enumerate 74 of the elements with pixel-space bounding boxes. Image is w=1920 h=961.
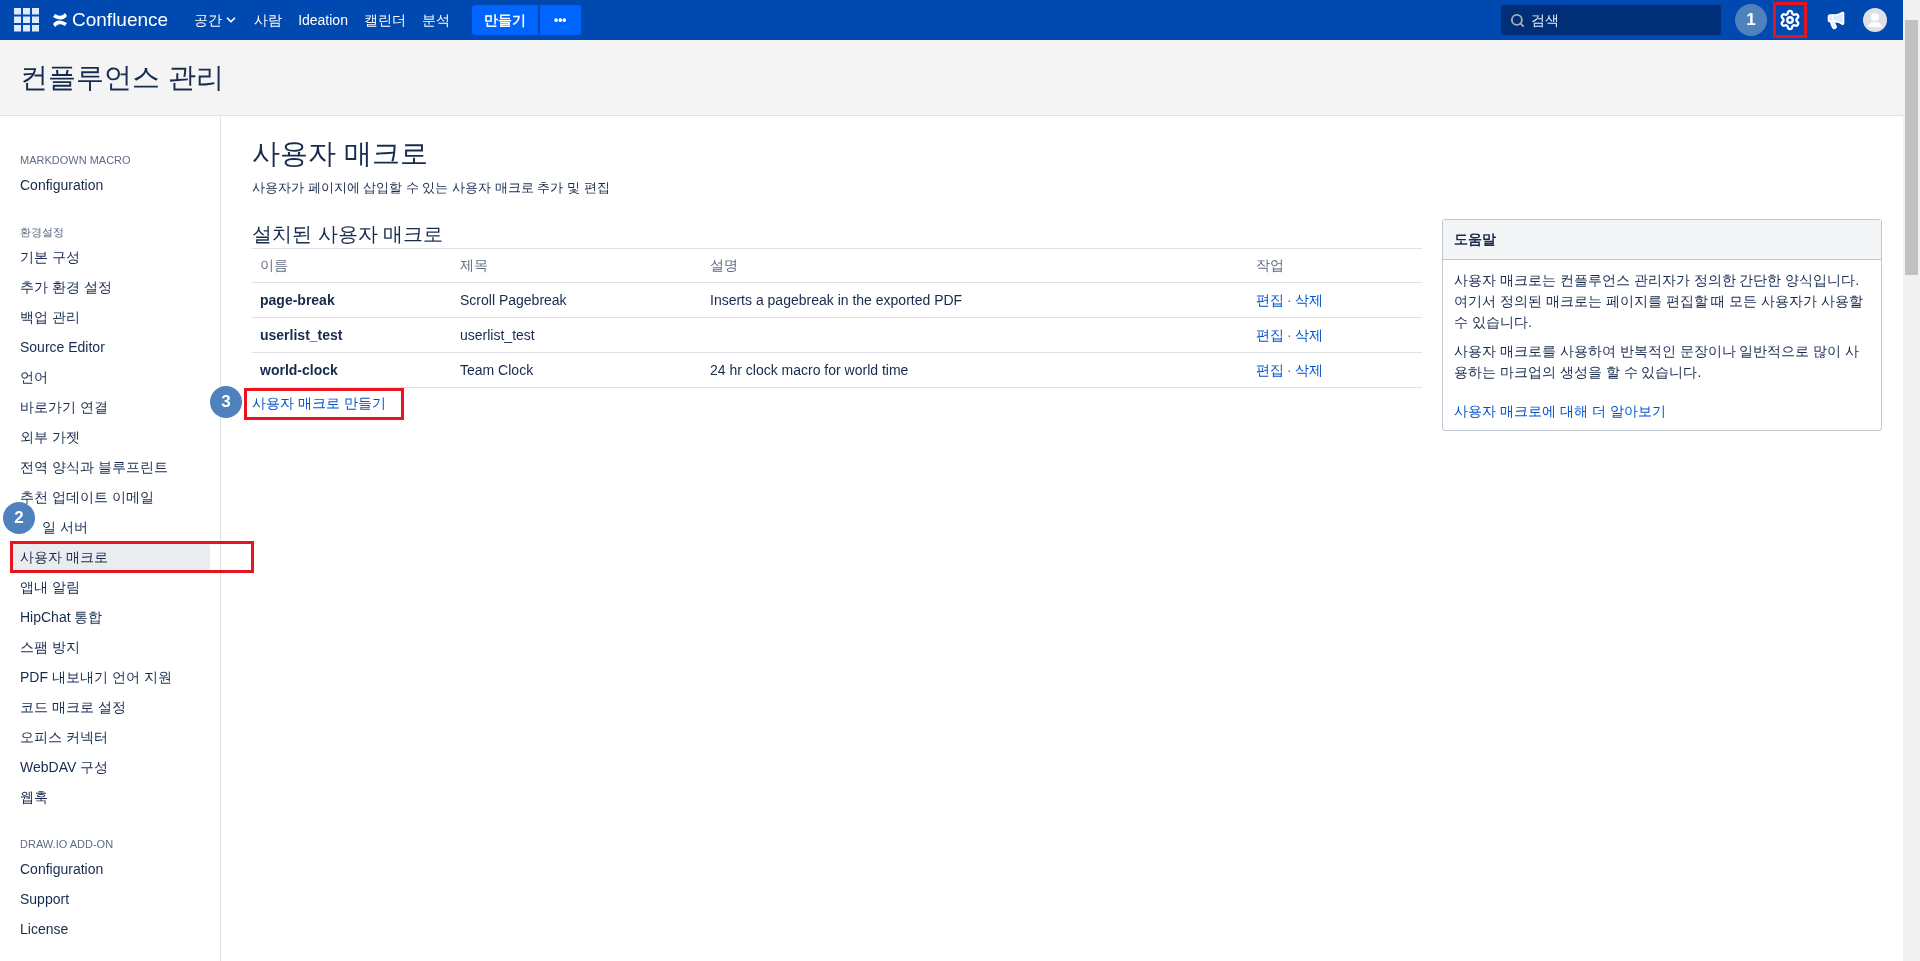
sidebar-item[interactable]: 웹훅 [10,784,210,810]
page-title: 사용자 매크로 [252,137,429,171]
sidebar-item[interactable]: Support [10,886,210,912]
column-header: 제목 [452,248,702,283]
help-title: 도움말 [1454,230,1496,249]
sidebar-item[interactable]: Configuration [10,856,210,882]
app-grid-icon[interactable] [14,8,40,32]
help-text: 사용자 매크로는 컨플루언스 관리자가 정의한 간단한 양식입니다. 여기서 정의된 매크로는 페이지를 편집할 때 모든 사용자가 사용할 수 있습니다. [1454,271,1865,332]
nav-menu-item[interactable]: 공간 [186,4,247,36]
sidebar-item[interactable]: 언어 [10,364,210,390]
sidebar-heading: DRAW.IO ADD-ON [19,836,115,852]
table-cell: 24 hr clock macro for world time [702,352,1248,388]
sidebar-item[interactable]: 스팸 방지 [10,634,210,660]
search-field[interactable]: 검색 [1501,5,1721,35]
column-header: 설명 [702,248,1248,283]
nav-menu-item[interactable]: 사람 [246,4,291,36]
page-description: 사용자가 페이지에 삽입할 수 있는 사용자 매크로 추가 및 편집 [252,179,611,197]
page-header-title: 컨플루언스 관리 [20,60,224,95]
brand-name[interactable]: Confluence [72,5,169,35]
action-link[interactable]: 삭제 [1294,291,1323,308]
action-link[interactable]: 편집 [1256,291,1284,308]
sidebar-item[interactable]: 바로가기 연결 [10,394,210,420]
sidebar-item[interactable]: Configuration [10,172,210,198]
nav-menu-item[interactable]: 분석 [413,4,458,36]
sidebar-item[interactable]: 앱내 알림 [10,574,210,600]
create-macro-link[interactable]: 사용자 매크로 만들기 [252,392,386,414]
sidebar-item[interactable]: License [10,916,210,942]
sidebar-item[interactable]: 오피스 커넥터 [10,724,210,750]
sidebar-item[interactable]: 외부 가젯 [10,424,210,450]
step-number-badge: 3 [210,386,242,418]
sidebar-item[interactable]: WebDAV 구성 [10,754,210,780]
separator-dot: · [1287,326,1292,343]
more-button[interactable]: ••• [539,5,581,35]
sidebar-heading: 환경설정 [19,224,65,240]
table-cell: userlist_test [452,317,702,353]
create-button[interactable]: 만들기 [471,5,538,35]
settings-icon [1779,9,1801,31]
sidebar-heading: MARKDOWN MACRO [19,152,132,168]
sidebar-item[interactable]: 사용자 매크로 [10,544,210,570]
step-number-badge: 1 [1735,4,1767,36]
table-cell: page-break [252,282,452,318]
column-header: 이름 [252,248,452,283]
column-header: 작업 [1248,248,1422,283]
sidebar-item[interactable]: PDF 내보내기 언어 지원 [10,664,210,690]
action-link[interactable]: 편집 [1256,361,1284,378]
action-link[interactable]: 삭제 [1294,361,1323,378]
sidebar-item[interactable]: 추가 환경 설정 [10,274,210,300]
action-link[interactable]: 편집 [1256,326,1284,343]
table-cell: Scroll Pagebreak [452,282,702,318]
sidebar-item[interactable]: 전역 양식과 블루프린트 [10,454,210,480]
sidebar-item[interactable]: 일 서버 [40,514,210,540]
avatar-icon[interactable] [1863,8,1887,32]
nav-menu-item[interactable]: 캘린더 [355,4,414,36]
section-title: 설치된 사용자 매크로 [252,219,1422,249]
action-link[interactable]: 삭제 [1294,326,1323,343]
search-icon [1510,13,1525,28]
separator-dot: · [1287,361,1292,378]
table-cell: Team Clock [452,352,702,388]
sidebar-item[interactable]: 기본 구성 [10,244,210,270]
scrollbar[interactable] [1903,0,1920,961]
megaphone-icon [1826,10,1846,30]
logo-icon [52,12,68,28]
sidebar-item[interactable]: 코드 매크로 설정 [10,694,210,720]
help-text: 사용자 매크로를 사용하여 반복적인 문장이나 일반적으로 많이 사용하는 마크업의 생성을 할 수 있습니다. [1454,342,1861,382]
separator-dot: · [1287,291,1292,308]
sidebar-item[interactable]: Source Editor [10,334,210,360]
sidebar-item[interactable]: 백업 관리 [10,304,210,330]
table-cell: userlist_test [252,317,452,353]
settings-button[interactable] [1773,2,1807,38]
table-cell: world-clock [252,352,452,388]
learn-more-link[interactable]: 사용자 매크로에 대해 더 알아보기 [1454,401,1870,422]
sidebar-item[interactable]: HipChat 통합 [10,604,210,630]
table-cell: Inserts a pagebreak in the exported PDF [702,282,1248,318]
nav-menu-item[interactable]: Ideation [290,4,356,36]
